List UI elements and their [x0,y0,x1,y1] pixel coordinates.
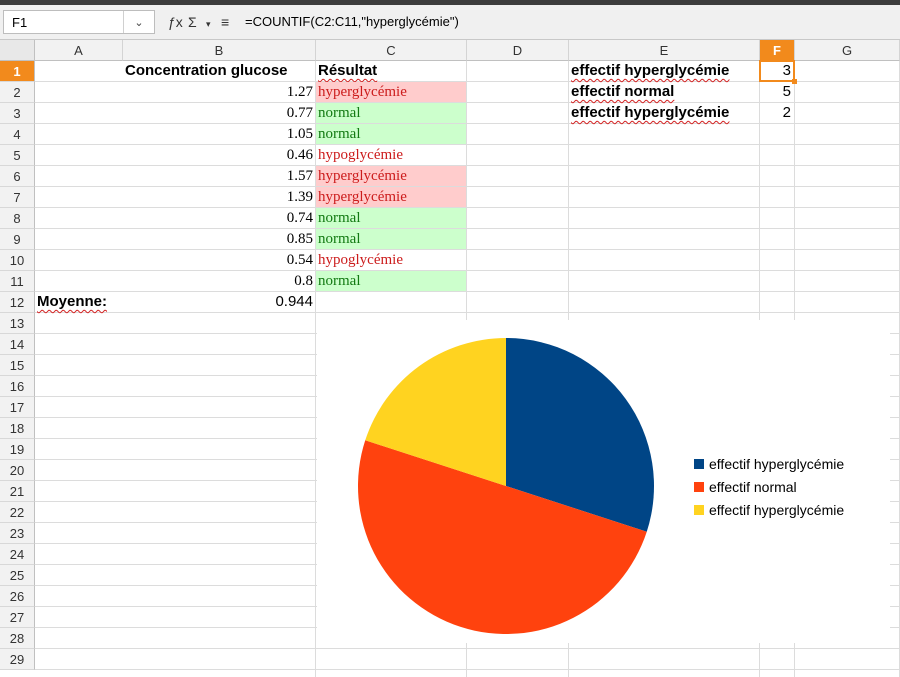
header-result-text: Résultat [318,62,378,79]
name-box[interactable]: F1 ⌄ [3,10,155,34]
fill-handle[interactable] [792,79,797,84]
summary-label-text: effectif hyperglycémie [571,62,730,79]
summary-value[interactable]: 5 [760,82,794,102]
legend-swatch [694,505,704,515]
legend-item: effectif hyperglycémie [694,502,844,518]
row-header-29[interactable]: 29 [0,649,35,670]
summary-label[interactable]: effectif hyperglycémie [569,61,759,81]
row-header-13[interactable]: 13 [0,313,35,334]
row-header-17[interactable]: 17 [0,397,35,418]
row-header-15[interactable]: 15 [0,355,35,376]
cell-result-normal[interactable]: normal [316,124,466,144]
formula-bar: F1 ⌄ ƒx Σ ▾ ≡ =COUNTIF(C2:C11,"hyperglyc… [0,5,900,40]
cell-glucose-value[interactable]: 0.85 [123,229,315,249]
row-header-27[interactable]: 27 [0,607,35,628]
legend-item: effectif normal [694,479,797,495]
row-header-12[interactable]: 12 [0,292,35,313]
row-header-9[interactable]: 9 [0,229,35,250]
cell-glucose-value[interactable]: 0.77 [123,103,315,123]
row-header-4[interactable]: 4 [0,124,35,145]
cell-c1-header[interactable]: Résultat [316,61,466,81]
column-header-g[interactable]: G [795,40,900,61]
row-header-19[interactable]: 19 [0,439,35,460]
cell-result-normal[interactable]: normal [316,229,466,249]
cell-b12-mean-value[interactable]: 0.944 [123,292,315,312]
legend-item: effectif hyperglycémie [694,456,844,472]
cell-glucose-value[interactable]: 1.57 [123,166,315,186]
legend-label: effectif hyperglycémie [709,456,845,472]
cell-result-hypo[interactable]: hypoglycémie [316,250,466,270]
row-header-11[interactable]: 11 [0,271,35,292]
cell-result-normal[interactable]: normal [316,103,466,123]
cell-glucose-value[interactable]: 0.54 [123,250,315,270]
legend-swatch [694,482,704,492]
row-header-6[interactable]: 6 [0,166,35,187]
legend-label: effectif normal [709,479,797,495]
legend-label: effectif hyperglycémie [709,502,845,518]
column-header-d[interactable]: D [467,40,569,61]
row-header-14[interactable]: 14 [0,334,35,355]
grid-row-line [35,648,900,649]
cell-result-hyper[interactable]: hyperglycémie [316,166,466,186]
row-header-10[interactable]: 10 [0,250,35,271]
row-header-16[interactable]: 16 [0,376,35,397]
summary-label-text: effectif hyperglycémie [571,104,730,121]
cell-glucose-value[interactable]: 0.8 [123,271,315,291]
row-header-3[interactable]: 3 [0,103,35,124]
cell-glucose-value[interactable]: 0.46 [123,145,315,165]
cell-selection-outline [759,60,795,82]
row-header-28[interactable]: 28 [0,628,35,649]
row-header-26[interactable]: 26 [0,586,35,607]
formula-input[interactable]: =COUNTIF(C2:C11,"hyperglycémie") [245,14,459,29]
cell-result-hyper[interactable]: hyperglycémie [316,187,466,207]
cell-result-hypo[interactable]: hypoglycémie [316,145,466,165]
row-header-5[interactable]: 5 [0,145,35,166]
column-header-f[interactable]: F [760,40,795,61]
cell-b1-header[interactable]: Concentration glucose [123,61,315,81]
row-header-18[interactable]: 18 [0,418,35,439]
cell-result-normal[interactable]: normal [316,271,466,291]
select-all-corner[interactable] [0,40,35,61]
row-header-8[interactable]: 8 [0,208,35,229]
grid-row-line [35,669,900,670]
summary-label-text: effectif normal [571,83,675,100]
cell-glucose-value[interactable]: 1.27 [123,82,315,102]
function-wizard-icon[interactable]: ƒx [168,15,183,29]
legend-swatch [694,459,704,469]
sum-icon[interactable]: Σ [188,15,197,29]
row-header-1[interactable]: 1 [0,61,35,82]
pie-chart[interactable]: effectif hyperglycémie effectif normal eff… [317,320,890,643]
row-header-24[interactable]: 24 [0,544,35,565]
cell-a12-mean-label[interactable]: Moyenne: [35,292,122,312]
summary-value[interactable]: 2 [760,103,794,123]
row-header-2[interactable]: 2 [0,82,35,103]
cell-result-hyper[interactable]: hyperglycémie [316,82,466,102]
name-box-value: F1 [12,15,28,30]
column-header-c[interactable]: C [316,40,467,61]
column-header-e[interactable]: E [569,40,760,61]
mean-label-text: Moyenne: [37,293,108,310]
column-header-a[interactable]: A [35,40,123,61]
grid-row-line [35,312,900,313]
row-header-25[interactable]: 25 [0,565,35,586]
summary-label[interactable]: effectif hyperglycémie [569,103,759,123]
pie-chart-svg [357,338,655,635]
row-header-7[interactable]: 7 [0,187,35,208]
summary-label[interactable]: effectif normal [569,82,759,102]
row-header-23[interactable]: 23 [0,523,35,544]
spreadsheet-grid[interactable]: A B C D E F G 1 2 3 4 5 6 7 8 9 10 11 12 13 14 15 16 17 18 19 20 21… [0,40,900,677]
cell-glucose-value[interactable]: 0.74 [123,208,315,228]
cell-result-normal[interactable]: normal [316,208,466,228]
cell-glucose-value[interactable]: 1.05 [123,124,315,144]
equals-icon[interactable]: ≡ [221,15,229,29]
column-header-b[interactable]: B [123,40,316,61]
chevron-down-icon[interactable]: ⌄ [123,11,154,33]
cell-glucose-value[interactable]: 1.39 [123,187,315,207]
row-header-21[interactable]: 21 [0,481,35,502]
row-header-22[interactable]: 22 [0,502,35,523]
row-header-20[interactable]: 20 [0,460,35,481]
sum-dropdown-icon[interactable]: ▾ [206,17,211,31]
